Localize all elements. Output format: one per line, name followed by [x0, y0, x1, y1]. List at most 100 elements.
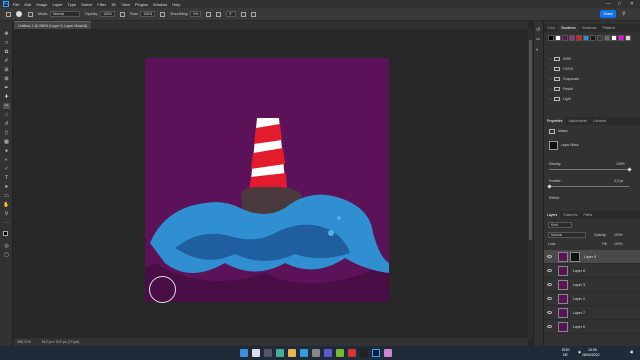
adjustments-icon[interactable]: ◐ — [536, 47, 539, 53]
swatch-folder-light[interactable]: › Light — [550, 95, 638, 104]
history-brush-tool-icon[interactable]: ↺ — [3, 121, 10, 127]
color-swatch[interactable] — [555, 35, 561, 41]
document-tab[interactable]: Untitled-1 @ 285% (Layer 9, Layer Mask/8… — [14, 21, 92, 29]
pressure-opacity-icon[interactable] — [119, 11, 125, 17]
smoothing-field[interactable]: 0% — [190, 11, 202, 17]
color-swatch[interactable] — [597, 35, 603, 41]
feather-slider[interactable] — [549, 186, 629, 187]
brush-preset-icon[interactable] — [16, 11, 22, 17]
start-icon[interactable] — [240, 349, 248, 357]
layer-mask-thumbnail[interactable] — [570, 252, 580, 262]
home-icon[interactable] — [6, 11, 11, 17]
layer-row[interactable]: Layer 3 — [544, 278, 640, 292]
eye-icon[interactable] — [547, 297, 552, 300]
color-swatch[interactable] — [583, 35, 589, 41]
zoom-level[interactable]: 285,71% — [17, 340, 31, 344]
minimize-icon[interactable]: — — [606, 1, 611, 6]
shape-tool-icon[interactable]: ▭ — [3, 193, 10, 199]
density-slider[interactable] — [549, 169, 629, 170]
airbrush-icon[interactable] — [160, 11, 166, 17]
menu-view[interactable]: View — [121, 2, 130, 7]
menu-window[interactable]: Window — [153, 2, 167, 7]
pen-tool-icon[interactable]: ✓ — [3, 166, 10, 172]
tab-color[interactable]: Color — [544, 24, 558, 32]
eye-icon[interactable] — [547, 283, 552, 286]
teams-icon[interactable] — [324, 349, 332, 357]
angle-icon[interactable] — [216, 11, 222, 17]
menu-type[interactable]: Type — [68, 2, 77, 7]
tab-properties[interactable]: Properties — [544, 117, 566, 125]
tab-gradients[interactable]: Gradients — [579, 24, 600, 32]
tab-adjustments[interactable]: Adjustments — [565, 117, 590, 125]
close-icon[interactable]: ✕ — [630, 1, 634, 7]
angle-field[interactable]: 0° — [226, 11, 236, 17]
clock-time[interactable]: 15:05 — [588, 348, 597, 352]
network-icon[interactable]: ◉ — [578, 350, 581, 354]
eye-icon[interactable] — [547, 269, 552, 272]
color-swatch[interactable] — [569, 35, 575, 41]
edge-icon[interactable] — [300, 349, 308, 357]
layer-row[interactable]: Layer 6 — [544, 320, 640, 334]
lasso-tool-icon[interactable]: ✿ — [3, 49, 10, 55]
zoom-tool-icon[interactable]: ⚲ — [3, 211, 10, 217]
brush-tool-icon[interactable]: ✑ — [3, 103, 10, 109]
hand-tool-icon[interactable]: ✋ — [3, 202, 10, 208]
marquee-tool-icon[interactable]: □ — [3, 40, 10, 46]
layer-row[interactable]: Layer 2 — [544, 292, 640, 306]
layer-row[interactable]: Layer 8 — [544, 264, 640, 278]
brushes-icon[interactable]: ✑ — [536, 37, 540, 43]
scrollbar-thumb[interactable] — [529, 40, 532, 240]
stamp-tool-icon[interactable]: ☆ — [3, 112, 10, 118]
eye-icon[interactable] — [547, 311, 552, 314]
path-select-tool-icon[interactable]: ➤ — [3, 184, 10, 190]
density-slider-knob[interactable] — [626, 167, 632, 172]
tab-swatches[interactable]: Swatches — [558, 24, 579, 32]
eraser-tool-icon[interactable]: ▯ — [3, 130, 10, 136]
frame-tool-icon[interactable]: ⊠ — [3, 76, 10, 82]
pressure-size-icon[interactable] — [240, 11, 246, 17]
menu-3d[interactable]: 3D — [111, 2, 116, 7]
flow-field[interactable]: 100% — [140, 11, 156, 17]
color-swatch[interactable] — [611, 35, 617, 41]
density-value[interactable]: 100% — [616, 162, 625, 166]
color-swatch[interactable] — [590, 35, 596, 41]
history-icon[interactable]: ↺ — [536, 27, 540, 33]
app-icon[interactable] — [336, 349, 344, 357]
swatch-folder-grayscale[interactable]: › Grayscale — [550, 75, 638, 84]
dodge-tool-icon[interactable]: ◐ — [3, 157, 10, 163]
crop-tool-icon[interactable]: ⊞ — [3, 67, 10, 73]
feather-value[interactable]: 0,0 px — [614, 179, 623, 183]
opacity-field[interactable]: 100% — [100, 11, 115, 17]
document-canvas[interactable] — [145, 58, 389, 302]
brush-settings-icon[interactable] — [28, 11, 33, 17]
tab-layers[interactable]: Layers — [544, 211, 561, 219]
layer-filter-kind[interactable]: Kind — [548, 222, 572, 228]
color-swatch[interactable] — [625, 35, 631, 41]
menu-select[interactable]: Select — [81, 2, 92, 7]
color-swatch[interactable] — [618, 35, 624, 41]
maximize-icon[interactable]: □ — [618, 1, 621, 6]
share-button[interactable]: Share — [600, 10, 616, 18]
smoothing-gear-icon[interactable] — [206, 11, 212, 17]
healing-tool-icon[interactable]: ✚ — [3, 94, 10, 100]
mask-thumbnail[interactable] — [549, 141, 558, 150]
layer-row[interactable]: Layer 9 — [544, 250, 640, 264]
notifications-icon[interactable]: ▣ — [630, 350, 633, 354]
chrome-icon[interactable] — [276, 349, 284, 357]
layer-opacity-value[interactable]: 100% — [614, 233, 623, 237]
settings-app-icon[interactable] — [312, 349, 320, 357]
photoshop-taskbar-icon[interactable] — [372, 349, 380, 357]
search-icon[interactable]: ⚲ — [622, 11, 626, 17]
foreground-color-swatch[interactable] — [3, 231, 8, 236]
keyboard-layout[interactable]: DE — [563, 353, 568, 357]
mode-select[interactable]: Normal — [50, 11, 80, 17]
blur-tool-icon[interactable]: ● — [3, 148, 10, 154]
clock-date[interactable]: 18/04/2022 — [582, 353, 600, 357]
quick-select-tool-icon[interactable]: ✐ — [3, 58, 10, 64]
app-icon[interactable] — [384, 349, 392, 357]
app-icon[interactable] — [360, 349, 368, 357]
language-indicator[interactable]: ENG — [562, 348, 570, 352]
tab-libraries[interactable]: Libraries — [590, 117, 609, 125]
app-icon[interactable] — [348, 349, 356, 357]
type-tool-icon[interactable]: T — [3, 175, 10, 181]
